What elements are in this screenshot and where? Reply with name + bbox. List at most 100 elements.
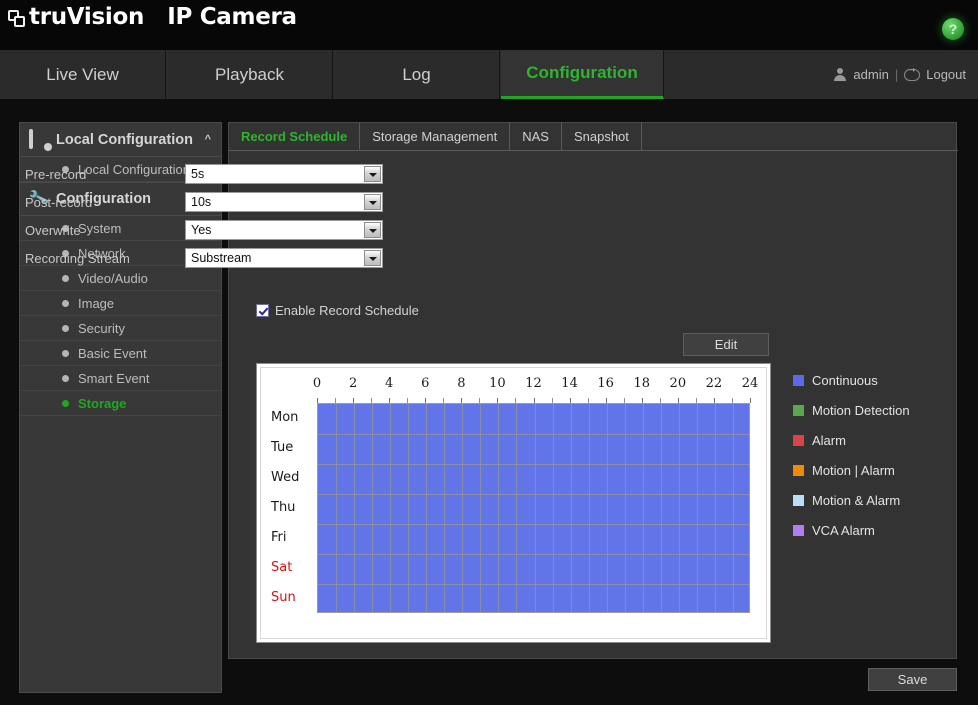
field-recording-stream: Recording Stream Substream xyxy=(25,248,383,268)
field-label: Overwrite xyxy=(25,222,81,238)
sidebar-item-image[interactable]: Image xyxy=(20,291,221,316)
legend-item-motion-detection: Motion Detection xyxy=(793,395,963,425)
hour-label: 10 xyxy=(489,376,506,391)
sidebar-item-basic-event[interactable]: Basic Event xyxy=(20,341,221,366)
grid-vline xyxy=(732,404,734,612)
bullet-icon xyxy=(62,324,69,332)
overwrite-value: Yes xyxy=(191,223,212,237)
recording-stream-value: Substream xyxy=(191,251,252,265)
tab-snapshot[interactable]: Snapshot xyxy=(562,123,642,150)
sidebar-item-video-audio[interactable]: Video/Audio xyxy=(20,266,221,291)
grid-vline xyxy=(570,404,572,612)
sidebar-item-label: Image xyxy=(78,295,115,311)
logout-icon[interactable] xyxy=(904,65,921,81)
grid-vline xyxy=(714,404,716,612)
chevron-up-icon[interactable]: ^ xyxy=(205,133,211,145)
hour-label: 2 xyxy=(348,376,358,391)
sidebar-item-security[interactable]: Security xyxy=(20,316,221,341)
hour-label: 22 xyxy=(705,376,723,391)
pre-record-select[interactable]: 5s xyxy=(185,164,383,184)
tab-configuration[interactable]: Configuration xyxy=(501,50,664,99)
chevron-down-icon[interactable] xyxy=(364,194,381,210)
bullet-icon xyxy=(62,299,69,307)
bullet-icon xyxy=(62,374,69,382)
checkbox-icon[interactable] xyxy=(256,304,269,317)
legend-label: Motion | Alarm xyxy=(812,462,895,478)
grid-vline xyxy=(390,404,392,612)
grid-vline xyxy=(642,404,644,612)
schedule-grid[interactable] xyxy=(317,403,750,613)
legend-item-motion-and-alarm: Motion & Alarm xyxy=(793,485,963,515)
content-tabstrip: Record Schedule Storage Management NAS S… xyxy=(229,123,958,151)
grid-vline xyxy=(480,404,482,612)
tab-playback[interactable]: Playback xyxy=(167,50,333,99)
legend-swatch xyxy=(793,434,804,446)
grid-vline xyxy=(408,404,410,612)
field-post-record: Post-record 10s xyxy=(25,192,383,212)
day-label: Mon xyxy=(271,410,299,425)
brand-title: truVision IP Camera xyxy=(29,4,297,30)
legend-item-vca-alarm: VCA Alarm xyxy=(793,515,963,545)
legend-label: VCA Alarm xyxy=(812,522,875,538)
grid-vline xyxy=(462,404,464,612)
day-label: Sat xyxy=(271,560,293,575)
grid-vline xyxy=(534,404,536,612)
user-session-area: admin | Logout xyxy=(833,50,966,99)
sidebar-item-label: Basic Event xyxy=(78,345,147,361)
field-label: Pre-record xyxy=(25,166,87,182)
enable-record-schedule-checkbox[interactable]: Enable Record Schedule xyxy=(256,303,419,318)
field-overwrite: Overwrite Yes xyxy=(25,220,383,240)
sidebar-item-label: Security xyxy=(78,320,125,336)
grid-hline xyxy=(318,554,749,555)
main-navigation: Live View Playback Log Configuration adm… xyxy=(0,50,978,101)
hour-label: 4 xyxy=(385,376,394,391)
day-label: Tue xyxy=(271,440,294,455)
brand-product: IP Camera xyxy=(167,4,297,30)
recording-stream-select[interactable]: Substream xyxy=(185,248,383,268)
grid-hline xyxy=(318,464,749,465)
tab-storage-management[interactable]: Storage Management xyxy=(360,123,511,150)
username-label: admin xyxy=(853,67,889,82)
legend-swatch xyxy=(793,524,804,536)
hour-label: 16 xyxy=(597,376,614,391)
edit-button[interactable]: Edit xyxy=(683,333,769,356)
grid-vline xyxy=(372,404,374,612)
sidebar-group-local-configuration[interactable]: Local Configuration ^ xyxy=(20,123,221,157)
brand-name: truVision xyxy=(29,4,145,30)
schedule-inner: 0 2 4 6 8 10 12 14 16 18 20 22 24 Mon Tue Wed Thu Fri Sat… xyxy=(260,367,767,639)
pre-record-value: 5s xyxy=(191,167,205,181)
bullet-icon xyxy=(62,349,69,357)
tick-mark xyxy=(750,398,751,403)
sidebar-item-label: Smart Event xyxy=(78,370,150,386)
legend-item-motion-or-alarm: Motion | Alarm xyxy=(793,455,963,485)
separator: | xyxy=(894,67,899,82)
save-button[interactable]: Save xyxy=(868,668,957,691)
logout-link[interactable]: Logout xyxy=(926,67,966,82)
legend-swatch xyxy=(793,374,804,386)
hour-label: 12 xyxy=(525,376,542,391)
day-label: Fri xyxy=(271,530,287,545)
monitor-gear-icon xyxy=(29,128,51,149)
grid-vline xyxy=(498,404,500,612)
bullet-icon xyxy=(62,274,69,282)
legend-item-continuous: Continuous xyxy=(793,365,963,395)
post-record-select[interactable]: 10s xyxy=(185,192,383,212)
field-label: Post-record xyxy=(25,194,93,210)
legend-label: Motion Detection xyxy=(812,402,910,418)
grid-hline xyxy=(318,494,749,495)
grid-vline xyxy=(354,404,356,612)
sidebar-item-storage[interactable]: Storage xyxy=(20,391,221,416)
sidebar-item-smart-event[interactable]: Smart Event xyxy=(20,366,221,391)
sidebar-item-label: Storage xyxy=(78,395,127,411)
hour-label: 24 xyxy=(741,376,759,391)
chevron-down-icon[interactable] xyxy=(364,166,381,182)
tab-live-view[interactable]: Live View xyxy=(0,50,166,99)
overwrite-select[interactable]: Yes xyxy=(185,220,383,240)
grid-vline xyxy=(678,404,680,612)
tab-log[interactable]: Log xyxy=(334,50,500,99)
help-icon[interactable]: ? xyxy=(942,18,964,40)
chevron-down-icon[interactable] xyxy=(364,250,381,266)
chevron-down-icon[interactable] xyxy=(364,222,381,238)
tab-record-schedule[interactable]: Record Schedule xyxy=(229,123,361,150)
tab-nas[interactable]: NAS xyxy=(510,123,562,150)
